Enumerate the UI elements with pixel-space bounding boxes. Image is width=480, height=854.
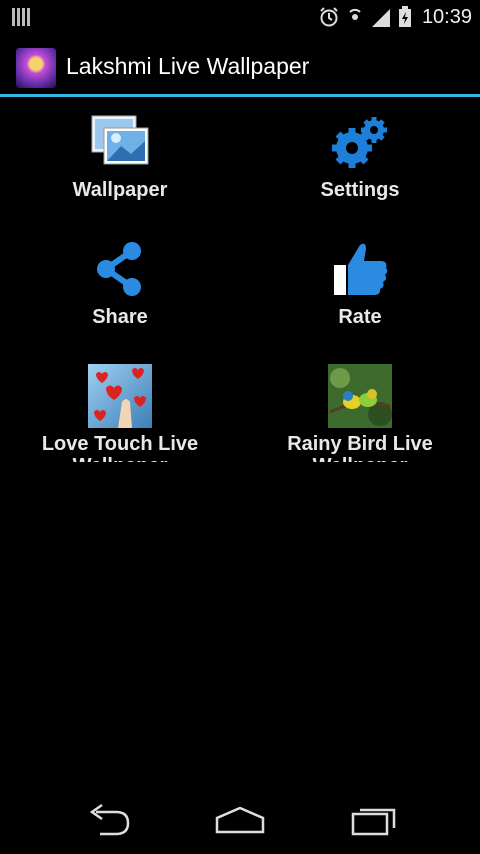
battery-icon [398,6,411,27]
recent-apps-icon[interactable] [344,802,404,838]
nfc-icon [349,8,361,20]
rainy-bird-label: Rainy Bird Live [287,433,433,455]
app-title: Lakshmi Live Wallpaper [66,53,310,79]
status-bar: 10:39 [0,0,480,34]
alarm-icon [320,7,338,27]
love-touch-thumbnail [88,364,152,428]
wallpaper-icon [91,115,149,165]
notification-icon [12,8,30,26]
clock: 10:39 [421,5,472,28]
home-icon[interactable] [210,802,270,838]
wallpaper-tile[interactable]: Wallpaper [0,100,240,226]
rate-label: Rate [338,306,382,328]
settings-label: Settings [320,179,400,201]
status-icons: 10:39 [318,4,472,30]
rainy-bird-label-cont: Wallpaper [240,456,480,462]
rainy-bird-thumbnail [328,364,392,428]
action-bar-divider [0,94,480,97]
share-tile[interactable]: Share [0,227,240,353]
signal-icon [371,9,390,27]
rainy-bird-tile[interactable]: Rainy Bird Live Wallpaper [240,354,480,480]
settings-tile[interactable]: Settings [240,100,480,226]
share-icon [97,242,141,296]
share-label: Share [92,306,148,328]
app-icon[interactable] [16,48,56,88]
wallpaper-label: Wallpaper [72,179,168,201]
love-touch-tile[interactable]: Love Touch Live Wallpaper [0,354,240,480]
thumbs-up-icon [334,243,388,295]
rate-tile[interactable]: Rate [240,227,480,353]
love-touch-label-cont: Wallpaper [0,456,240,462]
navigation-bar [0,788,480,854]
settings-gears-icon [332,117,387,168]
action-bar: Lakshmi Live Wallpaper [0,34,480,96]
back-icon[interactable] [78,802,138,838]
love-touch-label: Love Touch Live [41,433,199,455]
